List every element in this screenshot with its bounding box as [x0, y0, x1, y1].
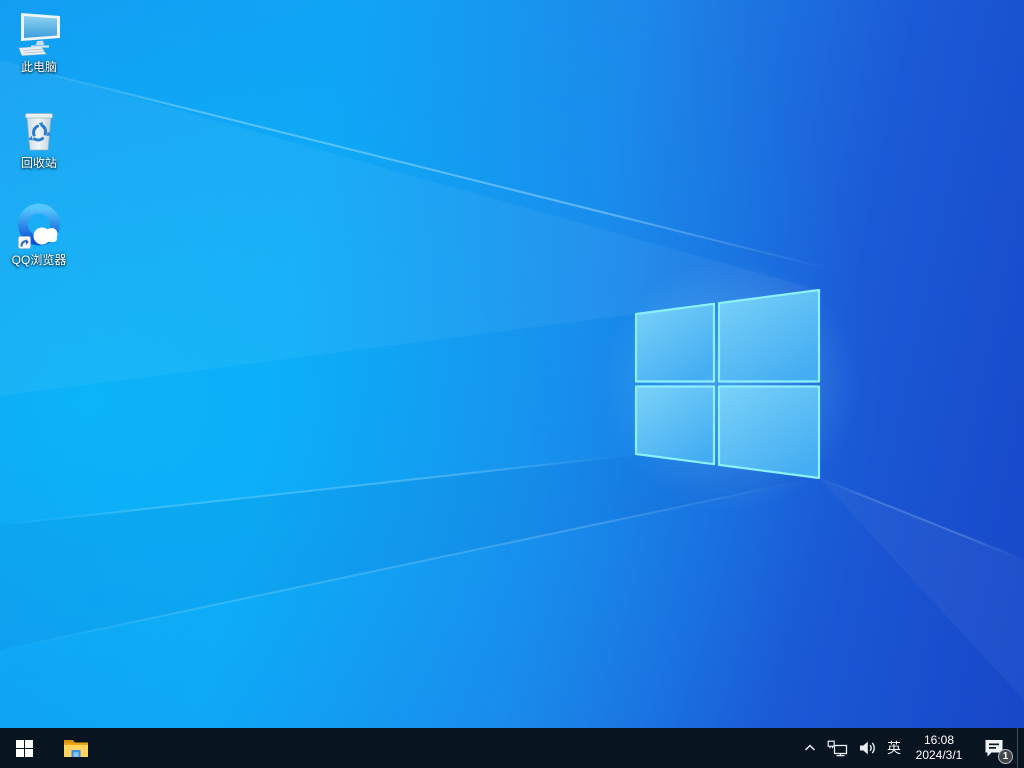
wallpaper-ray	[0, 61, 833, 270]
desktop-icon-label: 此电脑	[21, 60, 57, 74]
start-button[interactable]	[0, 728, 48, 768]
wallpaper-ray	[0, 454, 636, 526]
windows-logo-watermark-icon	[625, 282, 830, 488]
network-ethernet-icon	[827, 740, 848, 757]
ime-indicator[interactable]: 英	[881, 728, 907, 768]
wallpaper-shade-wedge-lower	[0, 0, 1024, 728]
wallpaper-light-beam-upper	[0, 0, 1024, 728]
file-explorer-button[interactable]	[52, 728, 100, 768]
desktop-icon-recycle-bin[interactable]: 回收站	[1, 106, 77, 198]
system-tray: 英 16:08 2024/3/1 1	[798, 728, 1024, 768]
notification-badge: 1	[998, 749, 1013, 764]
windows-start-icon	[16, 740, 33, 757]
recycle-bin-icon	[15, 106, 63, 154]
show-desktop-button[interactable]	[1017, 728, 1024, 768]
speaker-icon	[858, 740, 876, 756]
desktop-icon-label: QQ浏览器	[12, 253, 67, 267]
action-center-button[interactable]: 1	[971, 728, 1017, 768]
taskbar-clock[interactable]: 16:08 2024/3/1	[907, 728, 971, 768]
qq-browser-icon	[15, 203, 63, 251]
tray-expand-button[interactable]	[798, 728, 822, 768]
this-pc-icon	[15, 10, 63, 58]
chevron-up-icon	[803, 742, 817, 754]
wallpaper-ray	[0, 476, 820, 650]
taskbar: 英 16:08 2024/3/1 1	[0, 728, 1024, 768]
desktop-icon-this-pc[interactable]: 此电脑	[1, 10, 77, 102]
desktop-icon-label: 回收站	[21, 156, 57, 170]
volume-button[interactable]	[853, 728, 881, 768]
screen: 此电脑	[0, 0, 1024, 768]
wallpaper-light-beam-right	[0, 0, 1024, 728]
network-button[interactable]	[822, 728, 853, 768]
desktop-icon-qq-browser[interactable]: QQ浏览器	[1, 203, 77, 295]
desktop-wallpaper[interactable]: 此电脑	[0, 0, 1024, 728]
clock-time: 16:08	[924, 733, 954, 748]
clock-date: 2024/3/1	[916, 748, 963, 763]
wallpaper-ray	[819, 477, 1024, 561]
file-explorer-icon	[63, 737, 89, 759]
